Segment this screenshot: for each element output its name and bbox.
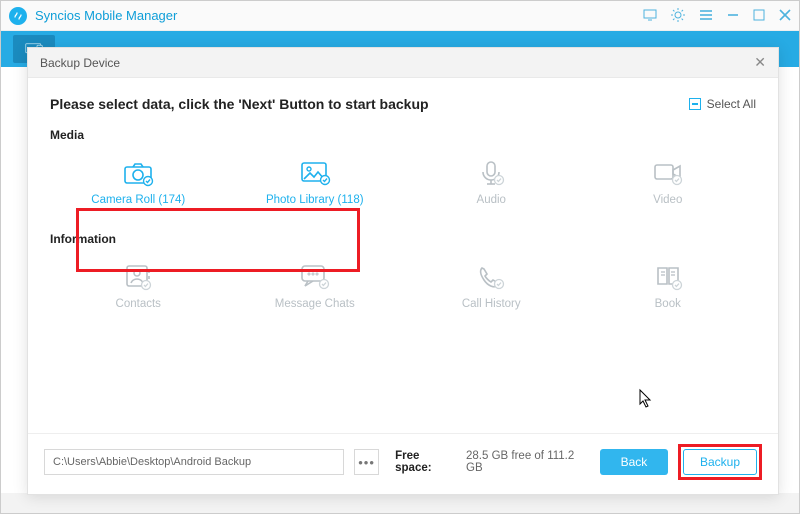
app-logo-icon: [9, 7, 27, 25]
minimize-icon[interactable]: [727, 9, 739, 23]
item-call-history[interactable]: Call History: [403, 254, 580, 320]
back-button-label: Back: [621, 455, 648, 469]
free-space-value: 28.5 GB free of 111.2 GB: [466, 450, 580, 474]
app-window: Syncios Mobile Manager Backup Device ✕ P…: [0, 0, 800, 514]
dialog-close-icon[interactable]: ✕: [754, 54, 766, 71]
item-audio[interactable]: Audio: [403, 150, 580, 216]
item-label: Photo Library (118): [266, 194, 364, 206]
select-all-checkbox-icon: [689, 98, 701, 110]
book-icon: [654, 262, 682, 292]
backup-button-label: Backup: [700, 455, 740, 469]
backup-dialog: Backup Device ✕ Please select data, clic…: [27, 47, 779, 495]
backup-path-input[interactable]: [44, 449, 344, 475]
item-video[interactable]: Video: [580, 150, 757, 216]
item-book[interactable]: Book: [580, 254, 757, 320]
item-photo-library[interactable]: Photo Library (118): [227, 150, 404, 216]
close-icon[interactable]: [779, 9, 791, 23]
app-title: Syncios Mobile Manager: [35, 8, 177, 23]
item-label: Audio: [477, 194, 506, 206]
back-button[interactable]: Back: [600, 449, 668, 475]
browse-path-button[interactable]: •••: [354, 449, 379, 475]
camera-icon: [123, 158, 153, 188]
item-message-chats[interactable]: Message Chats: [227, 254, 404, 320]
item-label: Contacts: [116, 298, 161, 310]
audio-icon: [478, 158, 504, 188]
item-camera-roll[interactable]: Camera Roll (174): [50, 150, 227, 216]
select-all-label: Select All: [707, 97, 756, 111]
messages-icon: [300, 262, 330, 292]
photo-icon: [300, 158, 330, 188]
instruction-text: Please select data, click the 'Next' But…: [50, 96, 429, 112]
dialog-header: Backup Device ✕: [28, 48, 778, 78]
screen-icon[interactable]: [643, 9, 657, 23]
media-grid: Camera Roll (174) Photo Library (118) Au…: [50, 150, 756, 216]
dialog-title: Backup Device: [40, 56, 120, 70]
titlebar: Syncios Mobile Manager: [1, 1, 799, 31]
item-label: Camera Roll (174): [91, 194, 185, 206]
statusbar-bg: [1, 493, 799, 513]
item-label: Video: [653, 194, 682, 206]
item-label: Call History: [462, 298, 521, 310]
dialog-footer: ••• Free space: 28.5 GB free of 111.2 GB…: [28, 433, 778, 494]
item-contacts[interactable]: Contacts: [50, 254, 227, 320]
menu-icon[interactable]: [699, 9, 713, 23]
section-info-label: Information: [50, 232, 756, 246]
maximize-icon[interactable]: [753, 9, 765, 23]
section-media-label: Media: [50, 128, 756, 142]
item-label: Message Chats: [275, 298, 355, 310]
info-grid: Contacts Message Chats Call History: [50, 254, 756, 320]
video-icon: [653, 158, 683, 188]
dialog-body: Please select data, click the 'Next' But…: [28, 78, 778, 433]
contacts-icon: [124, 262, 152, 292]
free-space-label: Free space:: [395, 450, 452, 474]
select-all-toggle[interactable]: Select All: [689, 97, 756, 111]
window-controls: [643, 8, 791, 24]
backup-button[interactable]: Backup: [683, 449, 757, 475]
settings-gear-icon[interactable]: [671, 8, 685, 24]
call-history-icon: [477, 262, 505, 292]
item-label: Book: [655, 298, 681, 310]
highlight-backup-button: Backup: [678, 444, 762, 480]
